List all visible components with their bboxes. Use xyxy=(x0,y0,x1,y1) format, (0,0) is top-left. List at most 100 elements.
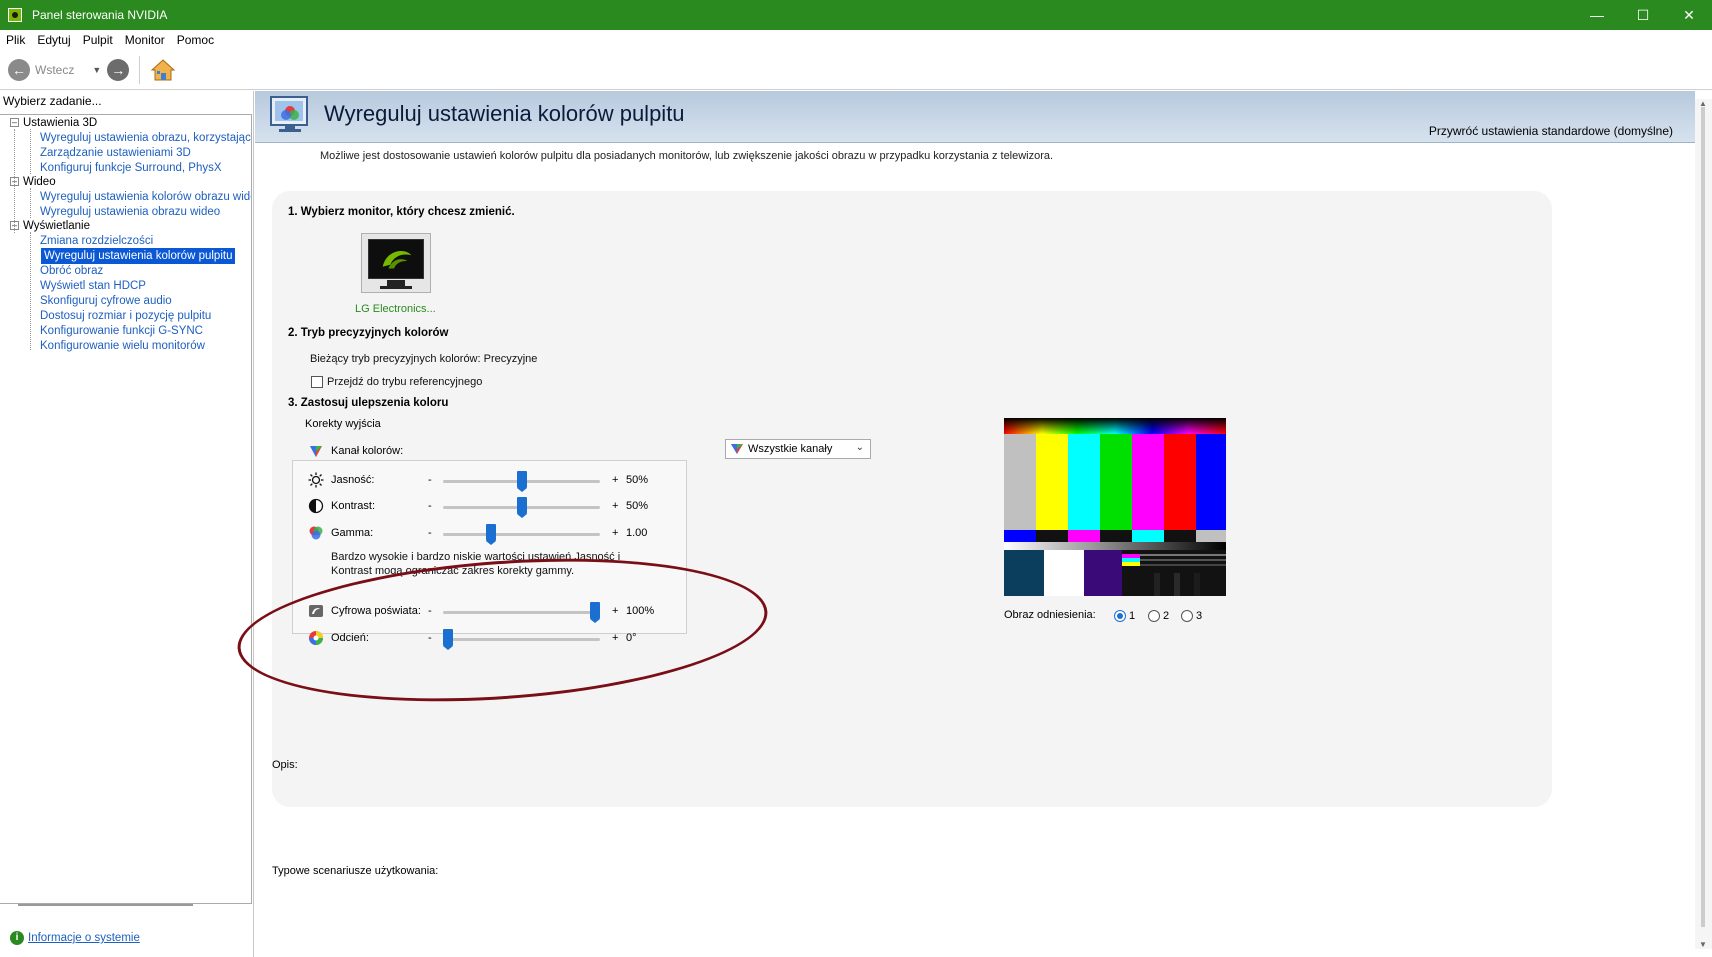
gamma-minus[interactable]: - xyxy=(428,527,432,539)
window-title: Panel sterowania NVIDIA xyxy=(32,8,168,22)
digital-vibrance-plus[interactable]: + xyxy=(612,605,618,617)
tree-category-display[interactable]: – Wyświetlanie xyxy=(10,218,90,234)
hue-label: Odcień: xyxy=(331,632,369,644)
digital-vibrance-minus[interactable]: - xyxy=(428,605,432,617)
gamma-slider-thumb[interactable] xyxy=(485,524,496,545)
maximize-button[interactable]: ☐ xyxy=(1620,0,1666,30)
reference-mode-label[interactable]: Przejdź do trybu referencyjnego xyxy=(327,376,482,388)
tree-category-label: Wideo xyxy=(23,176,56,188)
menu-plik[interactable]: Plik xyxy=(0,33,31,47)
hue-slider-thumb[interactable] xyxy=(443,629,453,650)
system-info-icon: i xyxy=(10,931,24,945)
home-icon[interactable] xyxy=(150,57,176,83)
gamma-plus[interactable]: + xyxy=(612,527,618,539)
tree-guide xyxy=(30,232,31,350)
task-pane-label: Wybierz zadanie... xyxy=(3,94,102,108)
tree-category-label: Ustawienia 3D xyxy=(23,117,98,129)
menu-edytuj[interactable]: Edytuj xyxy=(31,33,76,47)
tree-guide xyxy=(30,188,31,218)
back-arrow-icon[interactable]: ← xyxy=(8,58,30,81)
channel-label: Kanał kolorów: xyxy=(331,445,404,457)
gamma-warning: Bardzo wysokie i bardzo niskie wartości … xyxy=(331,551,621,577)
back-history-dropdown-icon[interactable]: ▼ xyxy=(92,65,101,75)
reference-radio-3[interactable] xyxy=(1181,610,1193,622)
tree-item-hdcp[interactable]: Wyświetl stan HDCP xyxy=(40,278,146,294)
tree-item-desktop-size[interactable]: Dostosuj rozmiar i pozycję pulpitu xyxy=(40,308,211,324)
chevron-down-icon: ⌄ xyxy=(855,442,864,453)
tree-item-resolution[interactable]: Zmiana rozdzielczości xyxy=(40,233,153,249)
back-button-label[interactable]: Wstecz xyxy=(35,63,74,77)
tree-item-desktop-color[interactable]: Wyreguluj ustawienia kolorów pulpitu xyxy=(41,248,236,264)
vertical-scrollbar[interactable]: ▲ ▼ xyxy=(1695,99,1712,949)
contrast-plus[interactable]: + xyxy=(612,500,618,512)
tree-item-multi-monitor[interactable]: Konfigurowanie wielu monitorów xyxy=(40,338,205,354)
content-pane: Wyreguluj ustawienia kolorów pulpitu Prz… xyxy=(232,91,1712,957)
menu-bar: Plik Edytuj Pulpit Monitor Pomoc xyxy=(0,30,1712,50)
output-adjustments-label: Korekty wyjścia xyxy=(303,418,383,430)
contrast-slider-thumb[interactable] xyxy=(516,497,527,518)
reference-radio-2[interactable] xyxy=(1148,610,1160,622)
monitor-tile[interactable] xyxy=(361,233,431,293)
menu-pulpit[interactable]: Pulpit xyxy=(77,33,119,47)
tree-category-video[interactable]: – Wideo xyxy=(10,174,56,190)
brightness-plus[interactable]: + xyxy=(612,474,618,486)
page-header: Wyreguluj ustawienia kolorów pulpitu Prz… xyxy=(255,91,1695,143)
forward-arrow-icon[interactable]: → xyxy=(107,58,130,81)
restore-defaults-link[interactable]: Przywróć ustawienia standardowe (domyśln… xyxy=(1429,124,1673,138)
contrast-minus[interactable]: - xyxy=(428,500,432,512)
horizontal-scrollbar[interactable] xyxy=(18,904,193,906)
step1-title: 1. Wybierz monitor, który chcesz zmienić… xyxy=(288,206,515,218)
close-button[interactable]: ✕ xyxy=(1666,0,1712,30)
gamma-label: Gamma: xyxy=(331,527,374,539)
tree-item-image-settings[interactable]: Wyreguluj ustawienia obrazu, korzystając… xyxy=(40,130,251,146)
tree-item-rotate[interactable]: Obróć obraz xyxy=(40,263,103,279)
digital-vibrance-slider-thumb[interactable] xyxy=(590,602,600,623)
toolbar-separator xyxy=(139,55,141,84)
toolbar: ← Wstecz ▼ → xyxy=(0,50,1712,90)
scroll-down-icon[interactable]: ▼ xyxy=(1699,940,1707,949)
menu-pomoc[interactable]: Pomoc xyxy=(171,33,220,47)
title-bar: Panel sterowania NVIDIA — ☐ ✕ xyxy=(0,0,1712,30)
contrast-value: 50% xyxy=(626,500,649,512)
page-description: Możliwe jest dostosowanie ustawień kolor… xyxy=(320,150,1054,162)
reference-mode-checkbox[interactable] xyxy=(311,376,323,388)
step3-title: 3. Zastosuj ulepszenia koloru xyxy=(288,397,449,409)
reference-radio-1[interactable] xyxy=(1114,610,1126,622)
reference-radio-1-label[interactable]: 1 xyxy=(1129,610,1135,622)
usage-scenarios-label: Typowe scenariusze użytkowania: xyxy=(272,865,439,877)
system-info-label[interactable]: Informacje o systemie xyxy=(28,932,140,944)
hue-slider-track[interactable] xyxy=(443,638,600,641)
collapse-icon[interactable]: – xyxy=(10,177,19,187)
menu-monitor[interactable]: Monitor xyxy=(119,33,171,47)
scrollbar-thumb[interactable] xyxy=(1701,107,1705,927)
tree-item-digital-audio[interactable]: Skonfiguruj cyfrowe audio xyxy=(40,293,172,309)
collapse-icon[interactable]: – xyxy=(10,118,19,128)
description-label: Opis: xyxy=(272,759,298,771)
hue-plus[interactable]: + xyxy=(612,632,618,644)
reference-radio-2-label[interactable]: 2 xyxy=(1163,610,1169,622)
gamma-slider-track[interactable] xyxy=(443,533,600,536)
tree-category-label: Wyświetlanie xyxy=(23,220,91,232)
tree-item-surround-physx[interactable]: Konfiguruj funkcje Surround, PhysX xyxy=(40,160,222,176)
brightness-icon xyxy=(308,472,324,488)
tree-guide xyxy=(30,129,31,174)
tree-item-manage-3d[interactable]: Zarządzanie ustawieniami 3D xyxy=(40,145,191,161)
color-channel-select[interactable]: Wszystkie kanały ⌄ xyxy=(725,439,871,459)
digital-vibrance-value: 100% xyxy=(626,605,655,617)
monitor-label[interactable]: LG Electronics... xyxy=(355,303,436,315)
color-channel-icon xyxy=(308,443,324,459)
minimize-button[interactable]: — xyxy=(1574,0,1620,30)
hue-minus[interactable]: - xyxy=(428,632,432,644)
tree-category-3d[interactable]: – Ustawienia 3D xyxy=(10,115,97,131)
color-channel-value: Wszystkie kanały xyxy=(748,443,833,455)
collapse-icon[interactable]: – xyxy=(10,221,19,231)
brightness-value: 50% xyxy=(626,474,649,486)
digital-vibrance-slider-track[interactable] xyxy=(443,611,600,614)
task-tree: – Ustawienia 3D Wyreguluj ustawienia obra… xyxy=(0,114,252,904)
brightness-minus[interactable]: - xyxy=(428,474,432,486)
reference-radio-3-label[interactable]: 3 xyxy=(1196,610,1202,622)
tree-item-gsync[interactable]: Konfigurowanie funkcji G-SYNC xyxy=(40,323,203,339)
tree-item-video-color[interactable]: Wyreguluj ustawienia kolorów obrazu wide… xyxy=(40,189,251,205)
brightness-slider-thumb[interactable] xyxy=(516,471,527,492)
system-info-link[interactable]: i Informacje o systemie xyxy=(10,931,140,945)
